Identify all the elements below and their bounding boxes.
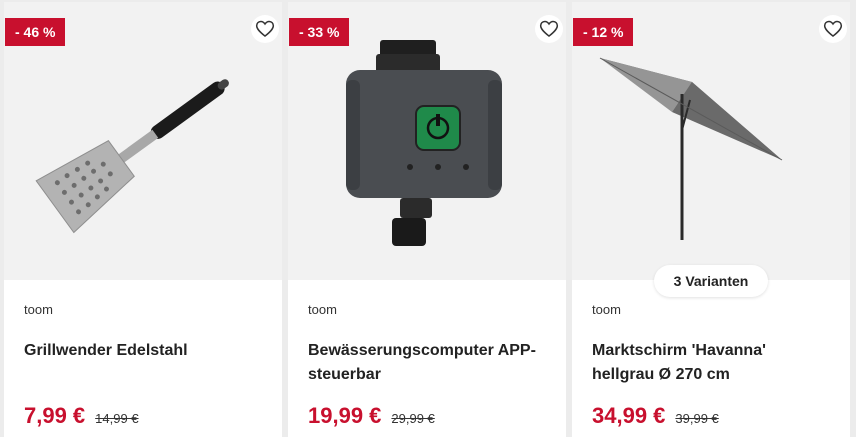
product-title[interactable]: Grillwender Edelstahl <box>24 339 264 363</box>
product-image-area[interactable]: - 33 % <box>288 2 566 280</box>
product-brand: toom <box>592 302 621 317</box>
product-old-price: 39,99 € <box>675 411 719 426</box>
price-row: 34,99 € 39,99 € <box>592 403 719 433</box>
variants-pill[interactable]: 3 Varianten <box>654 265 768 297</box>
favorite-button[interactable] <box>535 15 563 43</box>
price-row: 7,99 € 14,99 € <box>24 403 139 433</box>
heart-icon <box>255 20 275 38</box>
product-grid: - 46 % toom Grillwender Edelstahl 7,99 €… <box>4 2 856 437</box>
product-price: 19,99 € <box>308 403 382 428</box>
product-old-price: 29,99 € <box>391 411 435 426</box>
product-image-area[interactable]: - 46 % <box>4 2 282 280</box>
product-price: 7,99 € <box>24 403 86 428</box>
product-card[interactable]: - 12 % 3 Varianten toom Marktschirm 'Hav… <box>572 2 850 437</box>
favorite-button[interactable] <box>251 15 279 43</box>
discount-badge: - 33 % <box>289 18 350 46</box>
product-old-price: 14,99 € <box>95 411 139 426</box>
product-brand: toom <box>24 302 53 317</box>
discount-badge: - 12 % <box>573 18 634 46</box>
product-card[interactable]: - 46 % toom Grillwender Edelstahl 7,99 €… <box>4 2 282 437</box>
product-title[interactable]: Bewässerungscomputer APP-steuerbar <box>308 339 548 387</box>
product-title[interactable]: Marktschirm 'Havanna' hellgrau Ø 270 cm <box>592 339 832 387</box>
product-card[interactable]: - 33 % toom Bewässerungscomputer APP-ste… <box>288 2 566 437</box>
favorite-button[interactable] <box>819 15 847 43</box>
product-image-area[interactable]: - 12 % <box>572 2 850 280</box>
product-price: 34,99 € <box>592 403 666 428</box>
price-row: 19,99 € 29,99 € <box>308 403 435 433</box>
heart-icon <box>539 20 559 38</box>
product-brand: toom <box>308 302 337 317</box>
discount-badge: - 46 % <box>5 18 66 46</box>
heart-icon <box>823 20 843 38</box>
